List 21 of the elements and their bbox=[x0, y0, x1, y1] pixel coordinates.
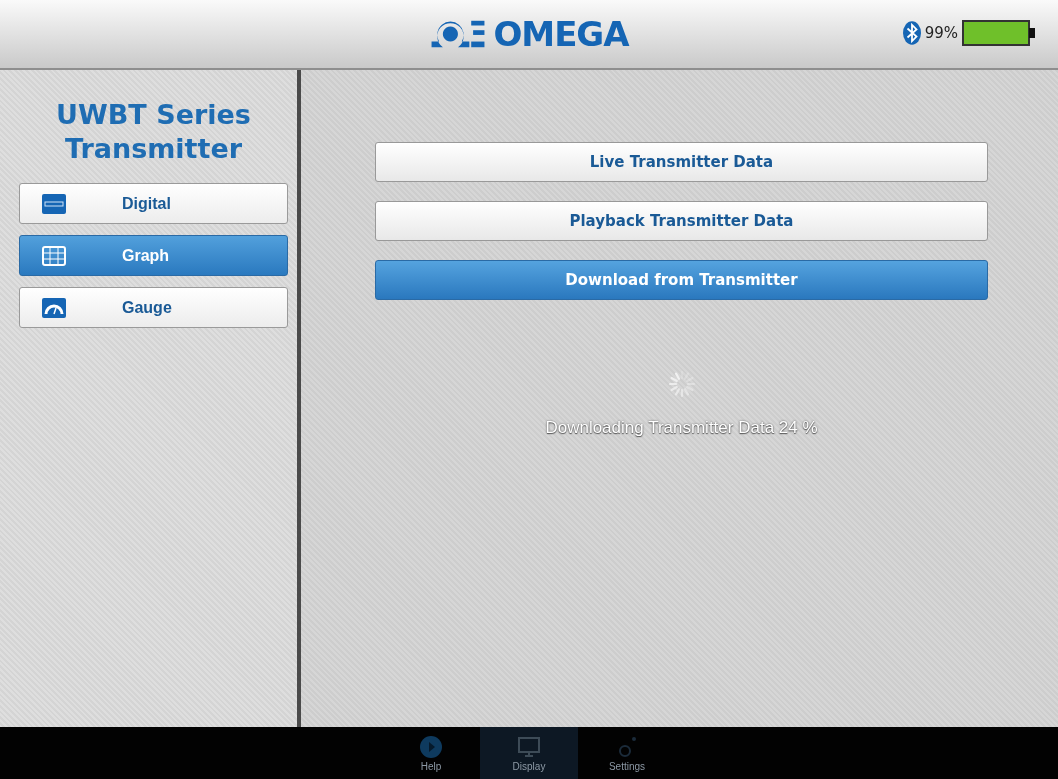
grid-chart-icon bbox=[42, 245, 66, 266]
tab-bar-item[interactable]: Settings bbox=[578, 727, 676, 779]
gauge-icon bbox=[42, 297, 66, 318]
action-button[interactable]: Live Transmitter Data bbox=[375, 142, 988, 182]
download-status-text: Downloading Transmitter Data 24 % bbox=[545, 418, 818, 438]
loading-spinner-icon bbox=[666, 369, 697, 399]
battery-icon bbox=[962, 20, 1036, 46]
logo-text: OMEGA bbox=[493, 14, 629, 54]
display-mode-button[interactable]: Graph bbox=[19, 235, 288, 276]
action-button[interactable]: Playback Transmitter Data bbox=[375, 201, 988, 241]
help-icon bbox=[419, 734, 443, 759]
display-mode-button[interactable]: Digital bbox=[19, 183, 288, 224]
digital-display-icon bbox=[42, 193, 66, 214]
app-title: UWBT Series Transmitter bbox=[55, 98, 252, 166]
monitor-icon bbox=[517, 734, 541, 759]
display-mode-button[interactable]: Gauge bbox=[19, 287, 288, 328]
tab-bar-item[interactable]: Display bbox=[480, 727, 578, 779]
bluetooth-icon bbox=[902, 21, 921, 45]
action-button[interactable]: Download from Transmitter bbox=[375, 260, 988, 300]
battery-percent: 99% bbox=[924, 24, 958, 42]
tab-bar-item[interactable]: Help bbox=[382, 727, 480, 779]
